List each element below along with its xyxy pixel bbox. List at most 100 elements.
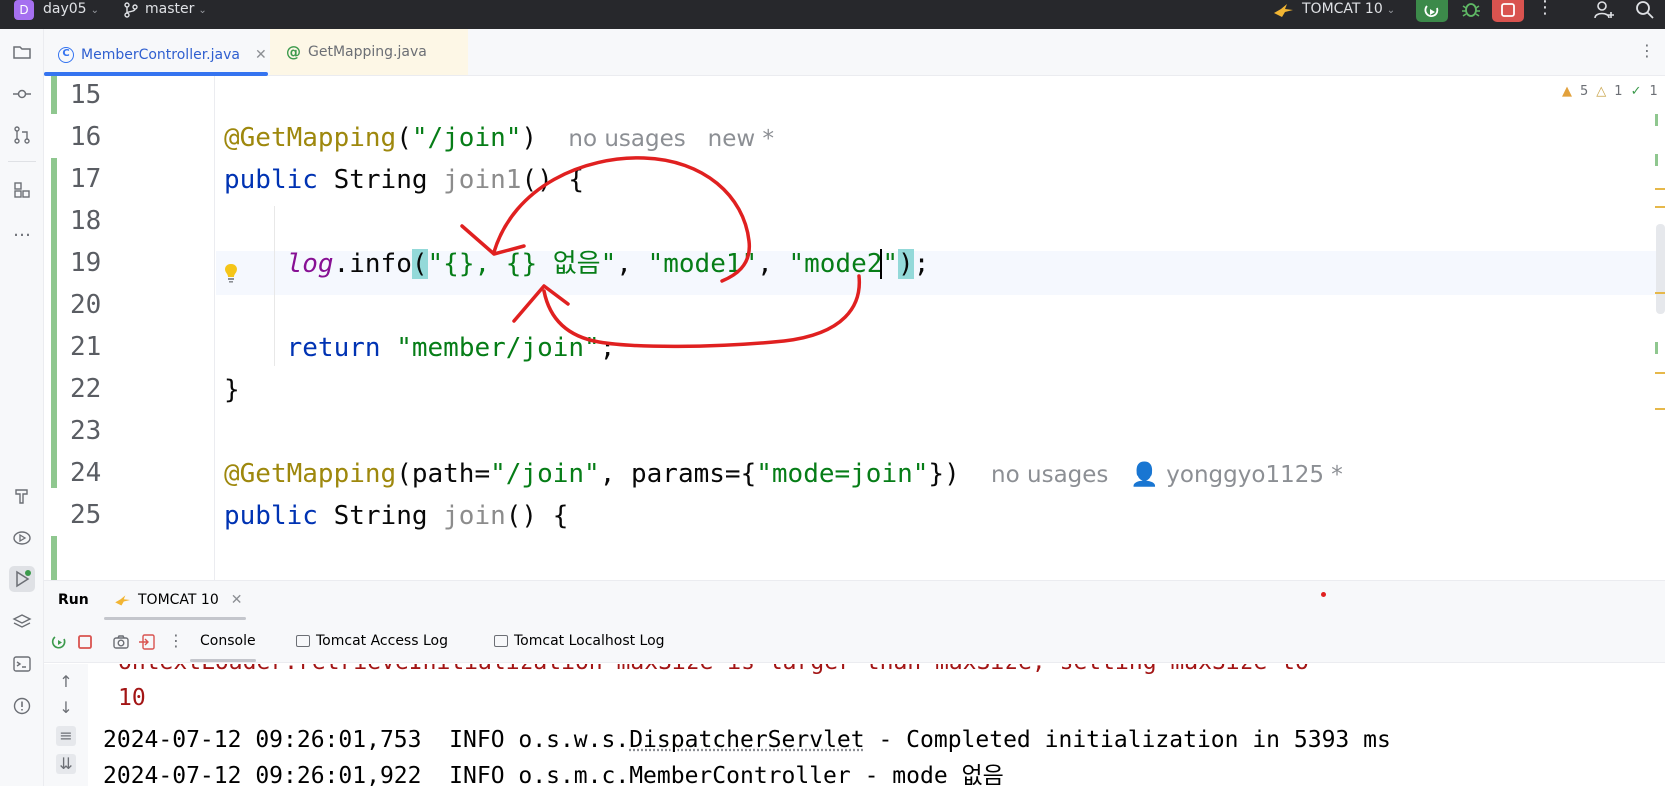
author-hint[interactable]: 👤 yonggyo1125 * (1130, 462, 1342, 488)
search-icon[interactable] (1634, 0, 1656, 20)
camera-icon[interactable] (112, 633, 130, 651)
services-icon (13, 531, 31, 545)
line-number: 17 (70, 164, 102, 194)
editor-scrollbar[interactable] (1651, 76, 1665, 580)
usages-hint[interactable]: no usages new * (568, 126, 774, 152)
close-icon[interactable]: ✕ (255, 47, 267, 63)
debug-button[interactable] (1457, 0, 1485, 22)
scroll-marker (1655, 188, 1665, 190)
terminal-icon (13, 656, 31, 672)
console-tab-label: Tomcat Access Log (316, 633, 448, 649)
class-icon: C (58, 47, 74, 63)
layers-tool-button[interactable] (9, 609, 35, 635)
console-output[interactable]: ontextLoader.retrieveInitialization maxS… (88, 664, 1665, 786)
code-line-19[interactable]: log.info("{}, {} 없음", "mode1", "mode2"); (224, 242, 929, 286)
arrow-down-icon[interactable]: ↓ (56, 698, 76, 718)
exit-icon[interactable] (138, 633, 156, 651)
run-config-selector[interactable]: TOMCAT 10 ⌄ (1302, 1, 1395, 17)
scroll-marker (1655, 292, 1665, 294)
tab-membercontroller[interactable]: C MemberController.java ✕ (58, 41, 267, 69)
typo-icon: ✓ (1630, 84, 1642, 99)
left-tool-strip: … (0, 29, 44, 786)
rerun-icon[interactable] (50, 633, 68, 651)
pull-request-icon (14, 126, 30, 144)
arrow-up-icon[interactable]: ↑ (56, 672, 76, 692)
more-actions-icon[interactable]: ⋮ (168, 631, 184, 650)
console-line: 2024-07-12 09:26:01,922 INFO o.s.m.c.Mem… (103, 763, 1004, 786)
build-tool-button[interactable] (9, 483, 35, 509)
console-tab-label: Tomcat Localhost Log (514, 633, 665, 649)
tomcat-localhost-log-tab[interactable]: Tomcat Localhost Log (494, 633, 665, 649)
line-number: 19 (70, 248, 102, 278)
project-badge[interactable]: D (14, 0, 34, 20)
usages-hint[interactable]: no usages (991, 462, 1108, 488)
line-number: 25 (70, 500, 102, 530)
commit-tool-button[interactable] (9, 81, 35, 107)
stop-icon[interactable] (76, 633, 94, 651)
strip-divider (8, 161, 36, 162)
code-line-17[interactable]: public String join1() { (224, 158, 584, 202)
run-tool-window: Run TOMCAT 10 ✕ ⋮ Console Tomcat Access … (44, 580, 1665, 786)
add-user-icon[interactable] (1593, 0, 1615, 20)
code-line-24[interactable]: @GetMapping(path="/join", params={"mode=… (224, 452, 1343, 496)
gutter-separator (214, 76, 215, 580)
code-line-25[interactable]: public String join() { (224, 494, 568, 538)
scroll-marker (1655, 206, 1665, 208)
services-tool-button[interactable] (9, 525, 35, 551)
tab-getmapping[interactable]: @ GetMapping.java (270, 29, 468, 75)
bug-icon (1462, 3, 1480, 17)
tomcat-icon (115, 595, 130, 606)
hammer-icon (15, 489, 28, 504)
warning-icon: ▲ (1562, 84, 1572, 99)
tomcat-access-log-tab[interactable]: Tomcat Access Log (296, 633, 448, 649)
more-tools-icon[interactable]: … (9, 217, 35, 243)
tab-label: GetMapping.java (308, 44, 427, 60)
scroll-marker (1655, 408, 1665, 410)
problems-tool-button[interactable] (9, 693, 35, 719)
scroll-marker (1655, 154, 1658, 166)
scroll-marker (1655, 342, 1658, 354)
console-line: 10 (118, 685, 146, 711)
close-icon[interactable]: ✕ (231, 592, 243, 608)
git-branch-icon[interactable] (122, 1, 140, 19)
console-side-toolbar: ↑ ↓ ≡ ⇊ (44, 664, 88, 786)
run-header: Run TOMCAT 10 ✕ (44, 581, 1665, 621)
scroll-to-end-icon[interactable]: ⇊ (56, 754, 76, 774)
pull-requests-tool-button[interactable] (9, 122, 35, 148)
line-number: 16 (70, 122, 102, 152)
inspection-widget[interactable]: ▲5 △1 ✓1 ⌃ ⌄ (1562, 84, 1665, 99)
code-line-21[interactable]: return "member/join"; (224, 326, 616, 370)
tab-label: MemberController.java (81, 47, 240, 63)
line-number: 24 (70, 458, 102, 488)
code-line-22[interactable]: } (224, 368, 240, 412)
console-tab[interactable]: Console (200, 633, 256, 649)
rerun-button[interactable] (1416, 0, 1448, 22)
soft-wrap-icon[interactable]: ≡ (56, 726, 76, 746)
tab-actions-icon[interactable]: ⋮ (1639, 41, 1655, 60)
project-name: day05 (43, 1, 87, 17)
console-line: 2024-07-12 09:26:01,753 INFO o.s.w.s.Dis… (103, 727, 1391, 753)
structure-icon (14, 182, 30, 198)
class-link[interactable]: DispatcherServlet (629, 727, 864, 753)
layers-icon (12, 614, 32, 628)
rerun-icon (1424, 5, 1439, 17)
branch-selector[interactable]: master ⌄ (145, 1, 207, 17)
stop-button[interactable] (1492, 0, 1524, 22)
run-tab-tomcat[interactable]: TOMCAT 10 ✕ (114, 592, 242, 608)
weak-warning-icon: △ (1596, 84, 1607, 99)
run-tool-button[interactable] (9, 566, 35, 592)
scroll-thumb[interactable] (1656, 224, 1665, 314)
user-icon: 👤 (1130, 462, 1159, 488)
code-editor[interactable]: 15 16 17 18 19 20 21 22 23 24 25 @GetMap… (44, 76, 1665, 580)
commit-icon (13, 89, 31, 99)
run-config-name: TOMCAT 10 (1302, 1, 1383, 17)
code-line-16[interactable]: @GetMapping("/join") no usages new * (224, 116, 774, 160)
project-tool-button[interactable] (9, 39, 35, 65)
stop-icon (1501, 3, 1515, 17)
terminal-tool-button[interactable] (9, 651, 35, 677)
annotation-icon: @ (286, 43, 301, 61)
project-selector[interactable]: day05 ⌄ (43, 1, 99, 17)
structure-tool-button[interactable] (9, 177, 35, 203)
run-tab-label: TOMCAT 10 (138, 592, 219, 608)
more-actions-icon[interactable]: ⋮ (1536, 0, 1554, 18)
